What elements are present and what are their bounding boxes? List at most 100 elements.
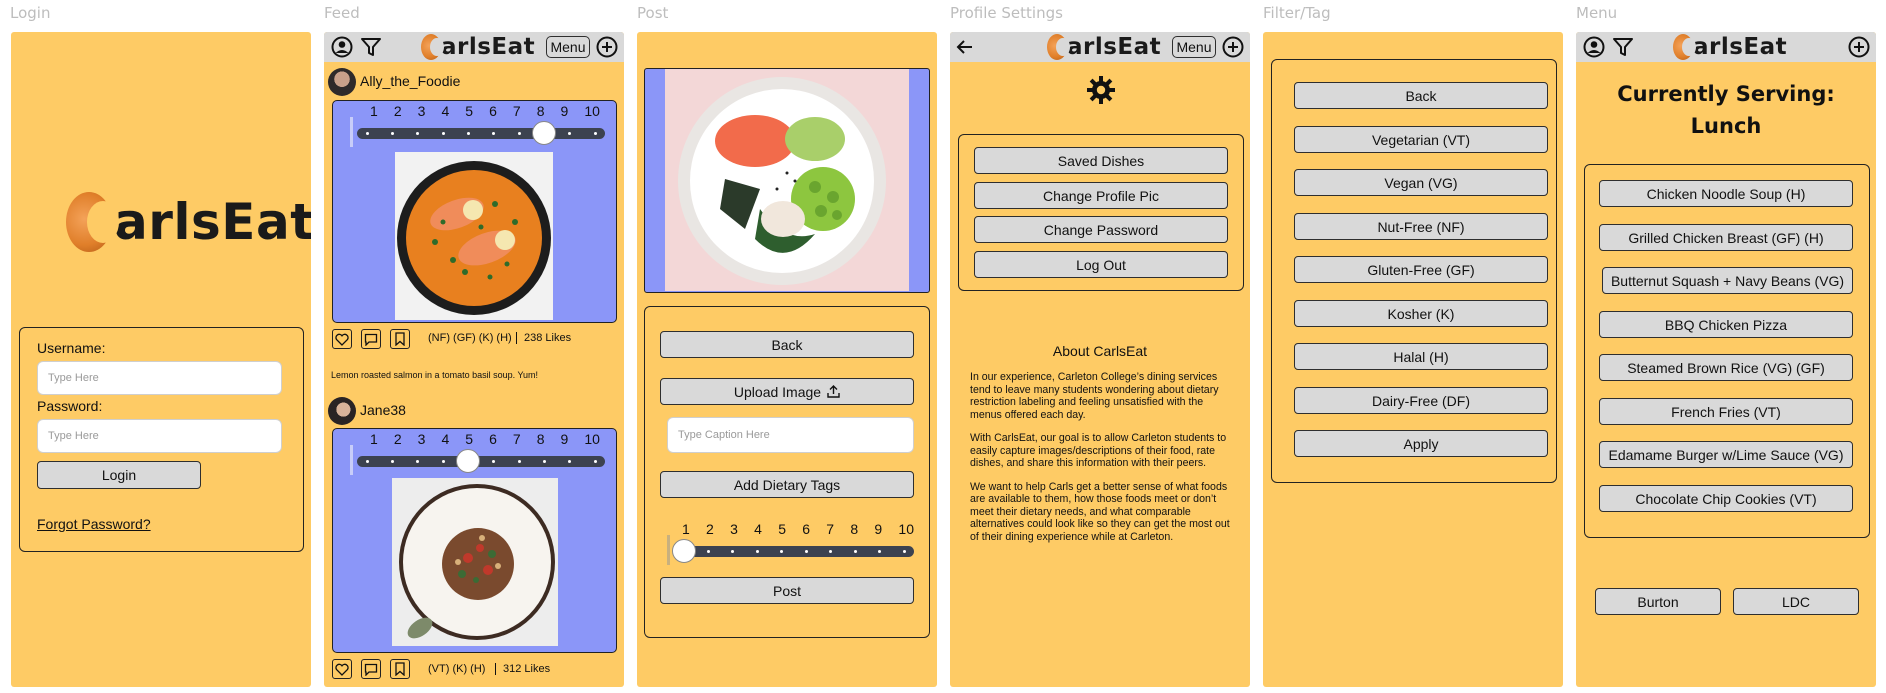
slider-tick	[902, 550, 906, 553]
scale-label: 8	[536, 103, 545, 119]
back-arrow-icon[interactable]	[954, 36, 976, 58]
rating-scale-labels: 1 2 3 4 5 6 7 8 9 10	[682, 521, 914, 537]
menu-item[interactable]: Edamame Burger w/Lime Sauce (VG)	[1599, 441, 1853, 468]
log-out-button[interactable]: Log Out	[974, 251, 1228, 278]
add-post-icon[interactable]	[1847, 35, 1871, 59]
menu-item[interactable]: BBQ Chicken Pizza	[1599, 311, 1853, 338]
menu-item[interactable]: Butternut Squash + Navy Beans (VG)	[1602, 267, 1853, 294]
post-card: 1 2 3 4 5 6 7 8 9 10	[332, 100, 617, 323]
menu-item[interactable]: French Fries (VT)	[1599, 398, 1853, 425]
scale-label: 5	[778, 521, 786, 537]
avatar[interactable]	[328, 397, 356, 425]
username-input[interactable]: Type Here	[37, 361, 282, 395]
filter-gluten-free[interactable]: Gluten-Free (GF)	[1294, 256, 1548, 283]
slider-tick	[517, 460, 521, 463]
menu-item[interactable]: Chocolate Chip Cookies (VT)	[1599, 485, 1853, 512]
post-image	[395, 152, 553, 320]
change-profile-pic-button[interactable]: Change Profile Pic	[974, 182, 1228, 209]
slider-tick	[804, 550, 808, 553]
menu-button[interactable]: Menu	[1172, 36, 1216, 58]
croissant-icon	[66, 192, 119, 252]
add-post-icon[interactable]	[1221, 35, 1245, 59]
back-button[interactable]: Back	[660, 331, 914, 358]
back-button[interactable]: Back	[1294, 82, 1548, 109]
divider	[495, 663, 496, 675]
filter-nut-free[interactable]: Nut-Free (NF)	[1294, 213, 1548, 240]
slider-tick	[517, 132, 521, 135]
about-title: About CarlsEat	[1052, 343, 1148, 359]
saved-dishes-button[interactable]: Saved Dishes	[974, 147, 1228, 174]
comment-icon[interactable]	[361, 659, 381, 679]
frame-label-login: Login	[10, 4, 51, 22]
login-button[interactable]: Login	[37, 461, 201, 489]
profile-settings-screen: arlsEat Menu Saved Dishes Change Profile…	[950, 32, 1250, 687]
frame-label-menu: Menu	[1576, 4, 1618, 22]
bookmark-icon[interactable]	[390, 329, 410, 349]
change-password-button[interactable]: Change Password	[974, 216, 1228, 243]
rating-scale-labels: 1 2 3 4 5 6 7 8 9 10	[370, 431, 600, 447]
frame-label-profile: Profile Settings	[950, 4, 1063, 22]
filter-kosher[interactable]: Kosher (K)	[1294, 300, 1548, 327]
post-username[interactable]: Ally_the_Foodie	[360, 73, 460, 89]
filter-halal[interactable]: Halal (H)	[1294, 343, 1548, 370]
filter-icon[interactable]	[359, 35, 383, 59]
ldc-button[interactable]: LDC	[1733, 588, 1859, 615]
frame-label-filter: Filter/Tag	[1263, 4, 1331, 22]
logo-text: arlsEat	[114, 193, 311, 251]
like-icon[interactable]	[332, 659, 352, 679]
upload-image-button[interactable]: Upload Image	[660, 378, 914, 405]
topbar-logo: arlsEat	[1047, 34, 1161, 60]
scale-label: 3	[730, 521, 738, 537]
topbar-logo: arlsEat	[421, 34, 535, 60]
forgot-password-link[interactable]: Forgot Password?	[37, 516, 151, 532]
comment-icon[interactable]	[361, 329, 381, 349]
scale-label: 5	[465, 431, 474, 447]
feed-screen: arlsEat Menu Ally_the_Foodie 1 2 3 4 5 6 7 8 9 10	[324, 32, 624, 687]
scale-label: 3	[417, 103, 426, 119]
settings-panel: Saved Dishes Change Profile Pic Change P…	[958, 134, 1244, 291]
like-count: 238 Likes	[524, 332, 572, 344]
serving-heading-line: Currently Serving:	[1617, 82, 1835, 106]
scale-label: 6	[489, 103, 497, 119]
scale-label: 1	[370, 103, 378, 119]
menu-item[interactable]: Grilled Chicken Breast (GF) (H)	[1599, 224, 1853, 251]
filter-icon[interactable]	[1611, 35, 1635, 59]
scale-divider	[667, 535, 670, 565]
add-post-icon[interactable]	[595, 35, 619, 59]
rating-slider-knob[interactable]	[672, 539, 696, 563]
menu-item[interactable]: Chicken Noodle Soup (H)	[1599, 180, 1853, 207]
about-paragraph: We want to help Carls get a better sense…	[970, 480, 1230, 543]
filter-vegetarian[interactable]: Vegetarian (VT)	[1294, 126, 1548, 153]
slider-tick	[466, 132, 470, 135]
filter-dairy-free[interactable]: Dairy-Free (DF)	[1294, 387, 1548, 414]
like-icon[interactable]	[332, 329, 352, 349]
post-button[interactable]: Post	[660, 577, 914, 604]
password-input[interactable]: Type Here	[37, 419, 282, 453]
filter-panel: Back Vegetarian (VT) Vegan (VG) Nut-Free…	[1271, 59, 1557, 483]
scale-label: 7	[512, 103, 521, 119]
menu-items-panel: Chicken Noodle Soup (H) Grilled Chicken …	[1584, 164, 1870, 538]
caption-input[interactable]: Type Caption Here	[667, 417, 914, 453]
filter-vegan[interactable]: Vegan (VG)	[1294, 169, 1548, 196]
scale-label: 6	[489, 431, 497, 447]
profile-icon[interactable]	[330, 35, 354, 59]
menu-item[interactable]: Steamed Brown Rice (VG) (GF)	[1599, 354, 1853, 381]
post-username[interactable]: Jane38	[360, 402, 406, 418]
add-dietary-tags-button[interactable]: Add Dietary Tags	[660, 471, 914, 498]
bookmark-icon[interactable]	[390, 659, 410, 679]
menu-button[interactable]: Menu	[546, 36, 590, 58]
rating-slider-track	[357, 121, 605, 145]
burton-button[interactable]: Burton	[1595, 588, 1721, 615]
apply-button[interactable]: Apply	[1294, 430, 1548, 457]
avatar[interactable]	[328, 68, 356, 96]
rating-slider-knob[interactable]	[532, 121, 557, 145]
profile-icon[interactable]	[1582, 35, 1606, 59]
scale-label: 6	[802, 521, 811, 537]
slider-tick	[706, 550, 710, 553]
gear-icon	[1085, 74, 1117, 106]
rating-slider-knob[interactable]	[456, 449, 481, 473]
scale-label: 2	[393, 103, 402, 119]
slider-tick	[878, 550, 882, 553]
menu-topbar: arlsEat	[1576, 32, 1876, 62]
menu-screen: arlsEat Currently Serving: Lunch Chicken…	[1576, 32, 1876, 687]
